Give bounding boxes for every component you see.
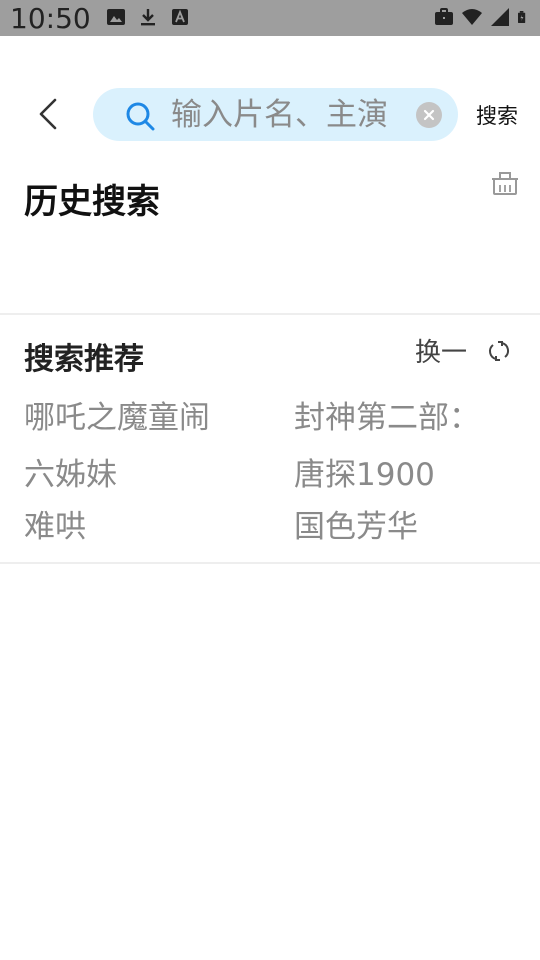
image-icon <box>107 9 125 25</box>
section-divider <box>0 562 540 564</box>
refresh-recommendations-button[interactable]: 换一 <box>415 332 511 369</box>
back-button[interactable] <box>28 92 68 136</box>
status-system-icons <box>434 7 530 27</box>
chevron-left-icon <box>39 98 57 130</box>
refresh-label: 换一 <box>415 338 468 368</box>
close-icon <box>423 109 435 121</box>
font-icon <box>172 9 188 25</box>
status-bar: 10:50 <box>0 0 540 36</box>
refresh-icon <box>489 340 510 361</box>
briefcase-icon <box>435 8 453 25</box>
recommendation-item[interactable]: 难哄 <box>24 501 86 546</box>
search-button[interactable]: 搜索 <box>476 100 518 130</box>
recommendation-item[interactable]: 哪吒之魔童闹 <box>24 392 210 437</box>
search-icon <box>126 102 155 131</box>
signal-icon <box>491 8 509 26</box>
search-input[interactable] <box>171 88 411 141</box>
search-box[interactable] <box>93 88 458 141</box>
section-divider <box>0 313 540 315</box>
clear-history-button[interactable] <box>490 168 520 198</box>
clear-search-button[interactable] <box>416 102 442 128</box>
history-title: 历史搜索 <box>24 182 160 222</box>
download-icon <box>141 9 155 26</box>
recommendations-title: 搜索推荐 <box>24 342 144 377</box>
recommendation-item[interactable]: 国色芳华 <box>294 501 418 546</box>
recommendation-item[interactable]: 六姊妹 <box>24 449 117 494</box>
wifi-icon <box>462 9 482 25</box>
recommendation-item[interactable]: 唐探1900 <box>294 449 435 494</box>
battery-icon <box>518 11 526 23</box>
search-header: 搜索 <box>0 36 540 156</box>
trash-icon <box>492 172 518 195</box>
recommendation-item[interactable]: 封神第二部： <box>294 392 480 437</box>
status-time: 10:50 <box>10 2 91 35</box>
status-notification-icons <box>106 7 190 27</box>
